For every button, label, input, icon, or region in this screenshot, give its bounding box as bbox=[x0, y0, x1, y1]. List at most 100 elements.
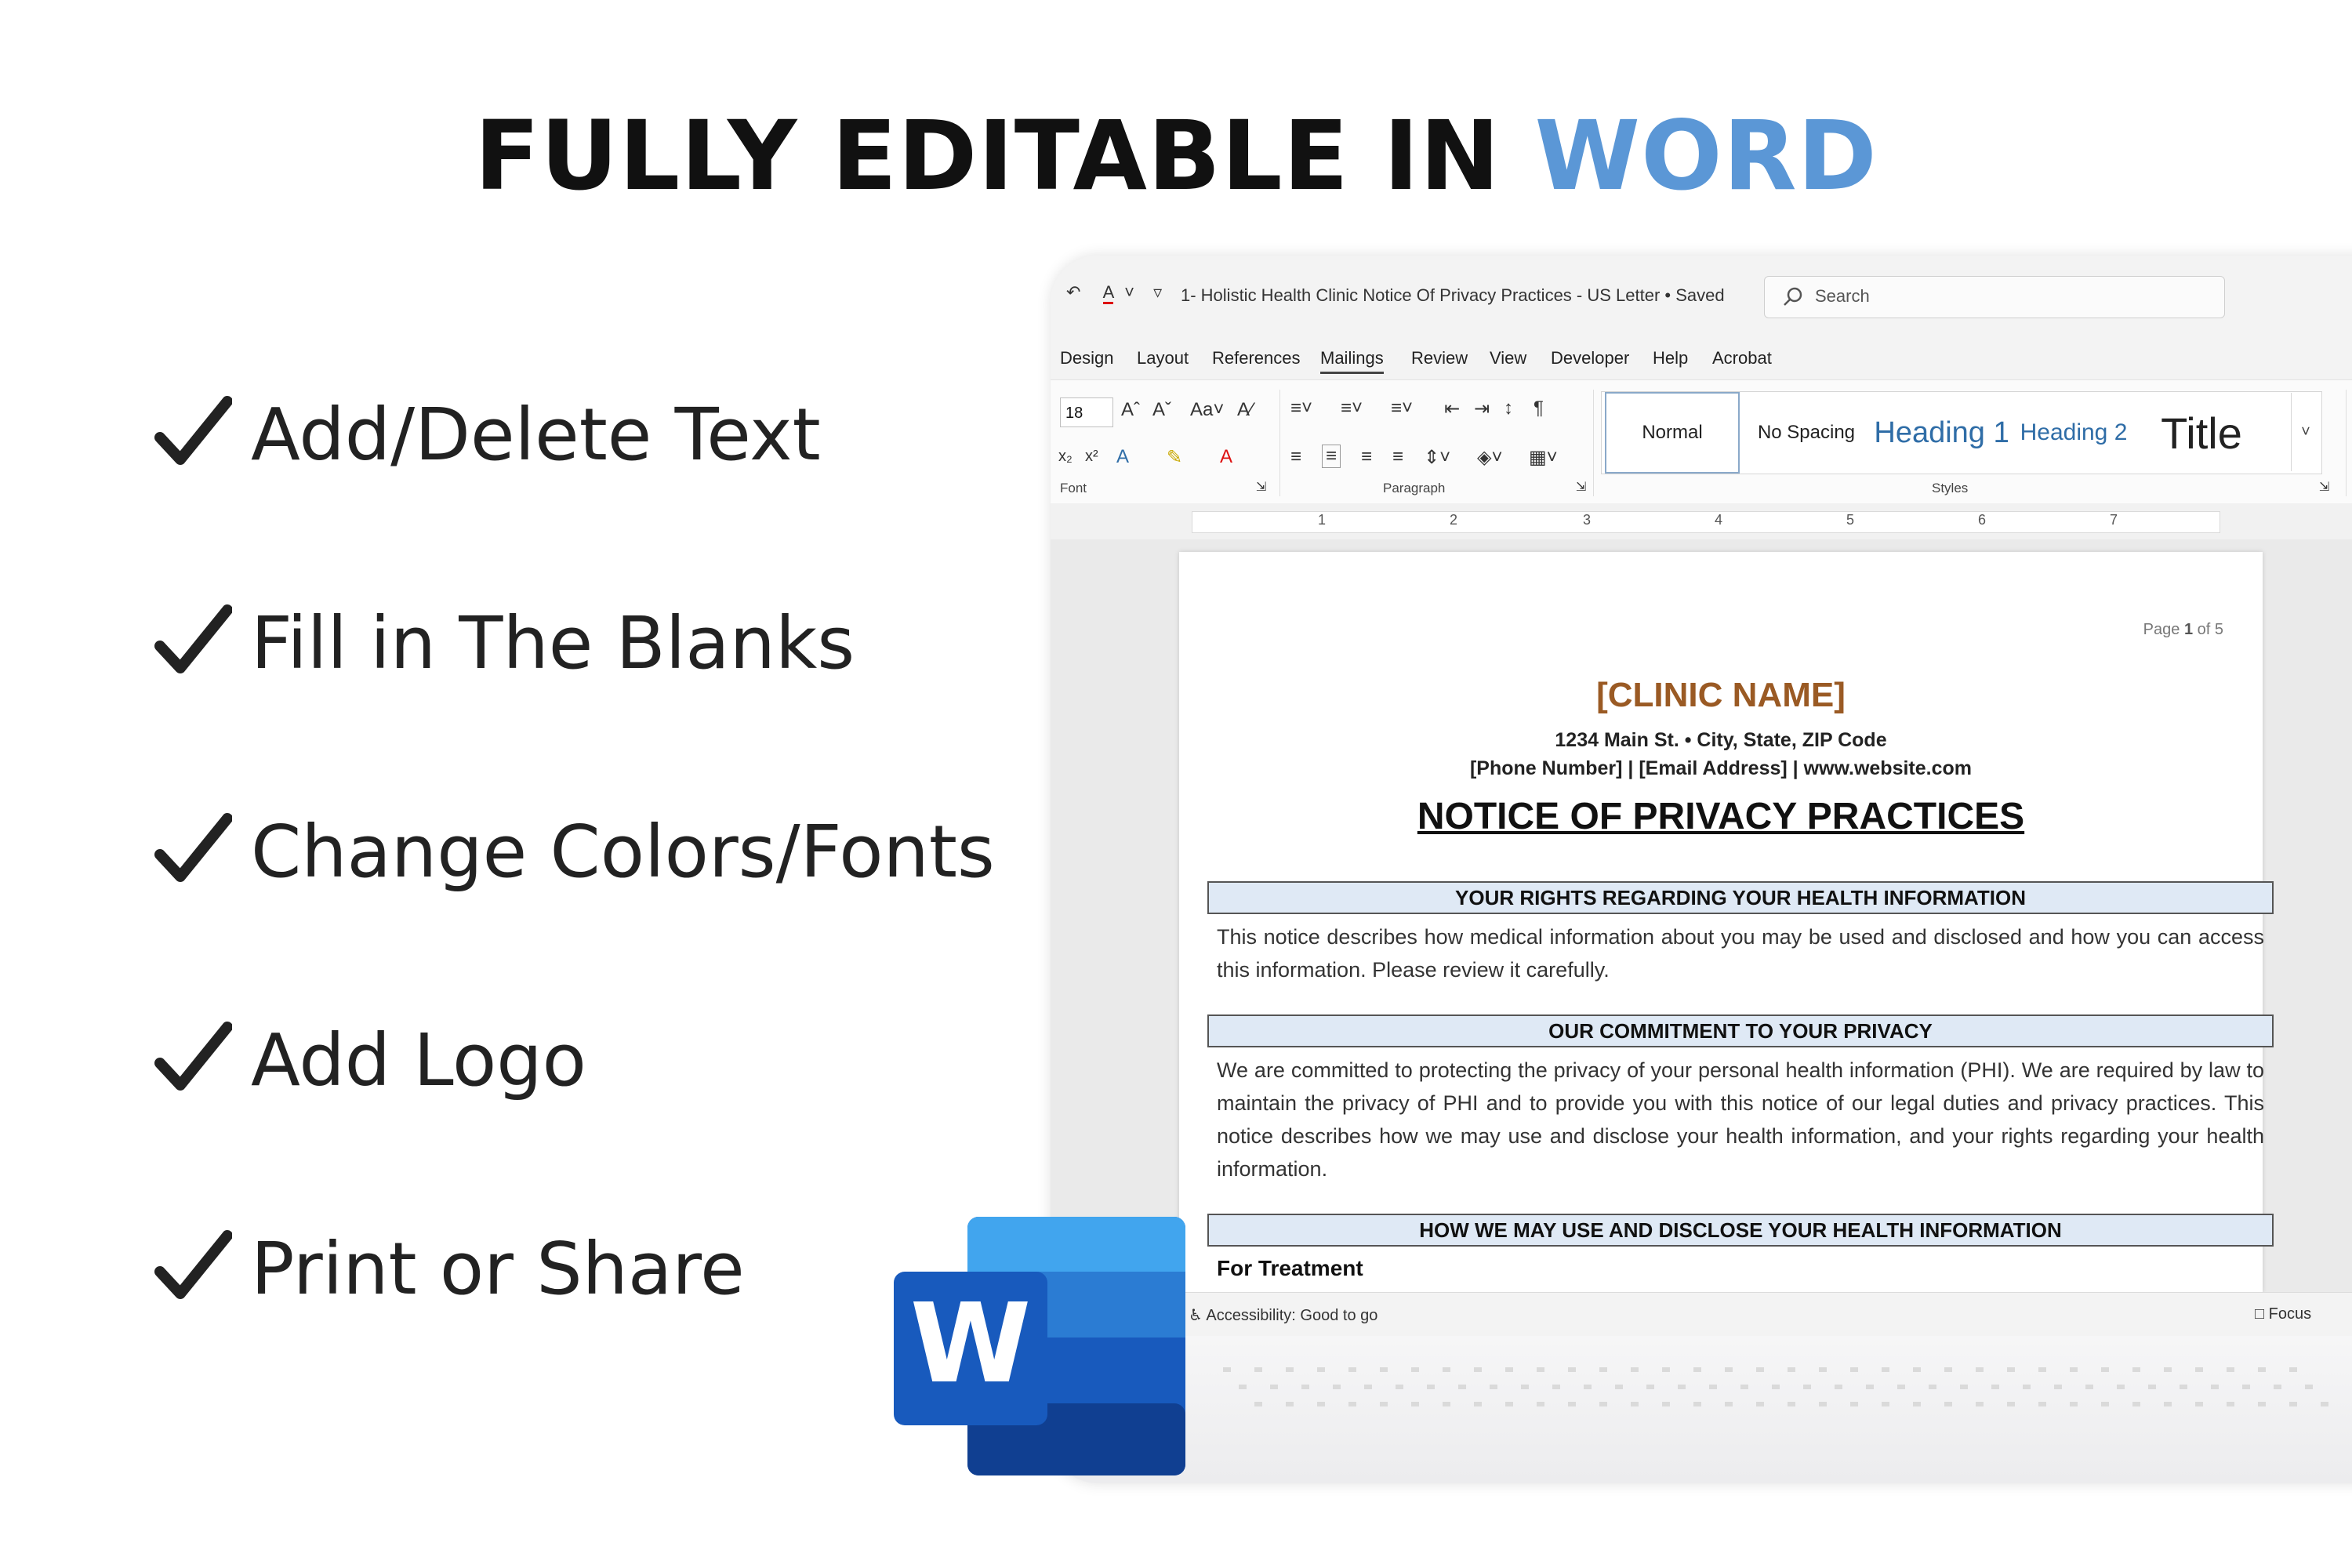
title-bar: ↶ A ˅ ▿ 1- Holistic Health Clinic Notice… bbox=[1051, 256, 2352, 334]
ribbon-tabs: Design Layout References Mailings Review… bbox=[1051, 334, 2352, 379]
align-left-icon[interactable]: ≡ bbox=[1290, 446, 1301, 468]
style-heading-2[interactable]: Heading 2 bbox=[2014, 392, 2133, 474]
headline-main: FULLY EDITABLE IN bbox=[474, 100, 1535, 212]
font-size-select[interactable]: 18 bbox=[1060, 397, 1113, 427]
dialog-launcher-icon[interactable]: ⇲ bbox=[1256, 479, 1266, 495]
ribbon: 18 Aˆ Aˇ Aa˅ A∕ x₂ x² A ✎ A Font ⇲ ≡˅ ≡˅… bbox=[1051, 379, 2352, 505]
increase-indent-icon[interactable]: ⇥ bbox=[1474, 397, 1490, 420]
laptop-frame: ↶ A ˅ ▿ 1- Holistic Health Clinic Notice… bbox=[1051, 256, 2352, 1483]
quick-access-toolbar: ↶ A ˅ ▿ bbox=[1066, 282, 1162, 304]
highlight-icon[interactable]: ✎ bbox=[1167, 446, 1182, 469]
checkmark-icon bbox=[154, 396, 232, 465]
ribbon-separator bbox=[1279, 390, 1280, 496]
ribbon-separator bbox=[2346, 390, 2347, 496]
feature-item: Change Colors/Fonts bbox=[154, 801, 995, 1010]
tab-developer[interactable]: Developer bbox=[1551, 348, 1629, 368]
horizontal-ruler[interactable]: 1 2 3 4 5 6 7 bbox=[1051, 503, 2352, 539]
align-right-icon[interactable]: ≡ bbox=[1361, 446, 1372, 468]
undo-icon[interactable]: ↶ bbox=[1066, 282, 1080, 302]
search-icon bbox=[1784, 287, 1802, 306]
style-title[interactable]: Title bbox=[2143, 392, 2260, 474]
align-center-icon[interactable]: ≡ bbox=[1322, 445, 1341, 468]
subheading[interactable]: For Treatment bbox=[1217, 1256, 1363, 1281]
search-placeholder: Search bbox=[1815, 286, 1870, 306]
document-workspace: Page 1 of 5 [CLINIC NAME] 1234 Main St. … bbox=[1051, 539, 2352, 1292]
key-row bbox=[1239, 1385, 2336, 1389]
paragraph[interactable]: This notice describes how medical inform… bbox=[1217, 920, 2264, 986]
tab-review[interactable]: Review bbox=[1411, 348, 1468, 368]
chevron-down-icon[interactable]: ˅ bbox=[1124, 282, 1134, 302]
justify-icon[interactable]: ≡ bbox=[1392, 446, 1403, 468]
shrink-font-icon[interactable]: Aˇ bbox=[1152, 399, 1171, 421]
clinic-contact[interactable]: [Phone Number] | [Email Address] | www.w… bbox=[1179, 757, 2263, 780]
tab-help[interactable]: Help bbox=[1653, 348, 1688, 368]
font-group-label: Font bbox=[1060, 481, 1087, 495]
feature-label: Change Colors/Fonts bbox=[251, 810, 995, 894]
feature-item: Print or Share bbox=[154, 1218, 995, 1427]
clinic-name[interactable]: [CLINIC NAME] bbox=[1179, 676, 2263, 715]
customize-toolbar-icon[interactable]: ▿ bbox=[1153, 282, 1162, 302]
paragraph-group-label: Paragraph bbox=[1383, 481, 1446, 495]
numbering-icon[interactable]: ≡˅ bbox=[1341, 397, 1363, 419]
font-color-icon[interactable]: A bbox=[1102, 282, 1114, 304]
borders-icon[interactable]: ▦˅ bbox=[1529, 446, 1558, 469]
word-logo-icon: W bbox=[894, 1217, 1185, 1475]
tab-references[interactable]: References bbox=[1212, 348, 1301, 368]
feature-label: Fill in The Blanks bbox=[251, 601, 855, 685]
line-spacing-icon[interactable]: ⇕˅ bbox=[1424, 446, 1450, 469]
tab-view[interactable]: View bbox=[1490, 348, 1526, 368]
accessibility-status[interactable]: ♿ Accessibility: Good to go bbox=[1189, 1305, 1377, 1325]
styles-gallery: Normal No Spacing Heading 1 Heading 2 Ti… bbox=[1601, 391, 2322, 474]
style-heading-1[interactable]: Heading 1 bbox=[1876, 392, 2008, 474]
search-input[interactable]: Search bbox=[1764, 276, 2225, 318]
status-bar: ♿ Accessibility: Good to go □ Focus bbox=[1051, 1292, 2352, 1337]
bullets-icon[interactable]: ≡˅ bbox=[1290, 397, 1312, 419]
styles-group-label: Styles bbox=[1932, 481, 1969, 495]
feature-label: Print or Share bbox=[251, 1227, 745, 1311]
subscript-icon[interactable]: x₂ bbox=[1058, 448, 1073, 466]
style-no-spacing[interactable]: No Spacing bbox=[1748, 392, 1865, 474]
checkmark-icon bbox=[154, 1022, 232, 1091]
grow-font-icon[interactable]: Aˆ bbox=[1121, 399, 1140, 421]
section-heading[interactable]: HOW WE MAY USE AND DISCLOSE YOUR HEALTH … bbox=[1207, 1214, 2274, 1247]
feature-label: Add Logo bbox=[251, 1018, 586, 1102]
document-page[interactable]: Page 1 of 5 [CLINIC NAME] 1234 Main St. … bbox=[1179, 552, 2274, 1292]
focus-button[interactable]: □ Focus bbox=[2255, 1305, 2311, 1323]
key-row bbox=[1254, 1402, 2352, 1406]
clear-formatting-icon[interactable]: A∕ bbox=[1237, 399, 1253, 421]
multilevel-list-icon[interactable]: ≡˅ bbox=[1391, 397, 1413, 419]
ruler-number: 7 bbox=[2110, 512, 2118, 528]
document-title[interactable]: 1- Holistic Health Clinic Notice Of Priv… bbox=[1181, 285, 1725, 306]
ruler-number: 4 bbox=[1715, 512, 1723, 528]
ruler-number: 1 bbox=[1318, 512, 1327, 528]
paragraph[interactable]: We are committed to protecting the priva… bbox=[1217, 1054, 2264, 1185]
pilcrow-icon[interactable]: ¶ bbox=[1534, 397, 1544, 419]
document-title-heading[interactable]: NOTICE OF PRIVACY PRACTICES bbox=[1179, 795, 2263, 838]
focus-icon: □ bbox=[2255, 1305, 2265, 1323]
sort-icon[interactable]: ↕ bbox=[1504, 397, 1513, 419]
dialog-launcher-icon[interactable]: ⇲ bbox=[2319, 479, 2329, 495]
tab-acrobat[interactable]: Acrobat bbox=[1712, 348, 1772, 368]
styles-more-button[interactable]: ˅ bbox=[2291, 393, 2320, 471]
font-color-icon[interactable]: A bbox=[1220, 446, 1232, 468]
section-heading[interactable]: OUR COMMITMENT TO YOUR PRIVACY bbox=[1207, 1014, 2274, 1047]
checkmark-icon bbox=[154, 1230, 232, 1299]
superscript-icon[interactable]: x² bbox=[1085, 448, 1098, 466]
tab-mailings[interactable]: Mailings bbox=[1320, 348, 1384, 374]
style-normal[interactable]: Normal bbox=[1605, 392, 1740, 474]
ruler-number: 5 bbox=[1846, 512, 1855, 528]
dialog-launcher-icon[interactable]: ⇲ bbox=[1576, 479, 1586, 495]
feature-item: Add Logo bbox=[154, 1010, 995, 1218]
feature-label: Add/Delete Text bbox=[251, 393, 821, 477]
change-case-icon[interactable]: Aa˅ bbox=[1190, 399, 1224, 421]
clinic-address[interactable]: 1234 Main St. • City, State, ZIP Code bbox=[1179, 729, 2263, 752]
decrease-indent-icon[interactable]: ⇤ bbox=[1444, 397, 1460, 420]
ribbon-separator bbox=[1593, 390, 1594, 496]
page-current: 1 bbox=[2183, 621, 2194, 638]
shading-icon[interactable]: ◈˅ bbox=[1477, 446, 1502, 469]
section-heading[interactable]: YOUR RIGHTS REGARDING YOUR HEALTH INFORM… bbox=[1207, 881, 2274, 914]
tab-design[interactable]: Design bbox=[1060, 348, 1113, 368]
ruler-number: 3 bbox=[1583, 512, 1592, 528]
text-effects-icon[interactable]: A bbox=[1116, 446, 1129, 468]
tab-layout[interactable]: Layout bbox=[1137, 348, 1189, 368]
